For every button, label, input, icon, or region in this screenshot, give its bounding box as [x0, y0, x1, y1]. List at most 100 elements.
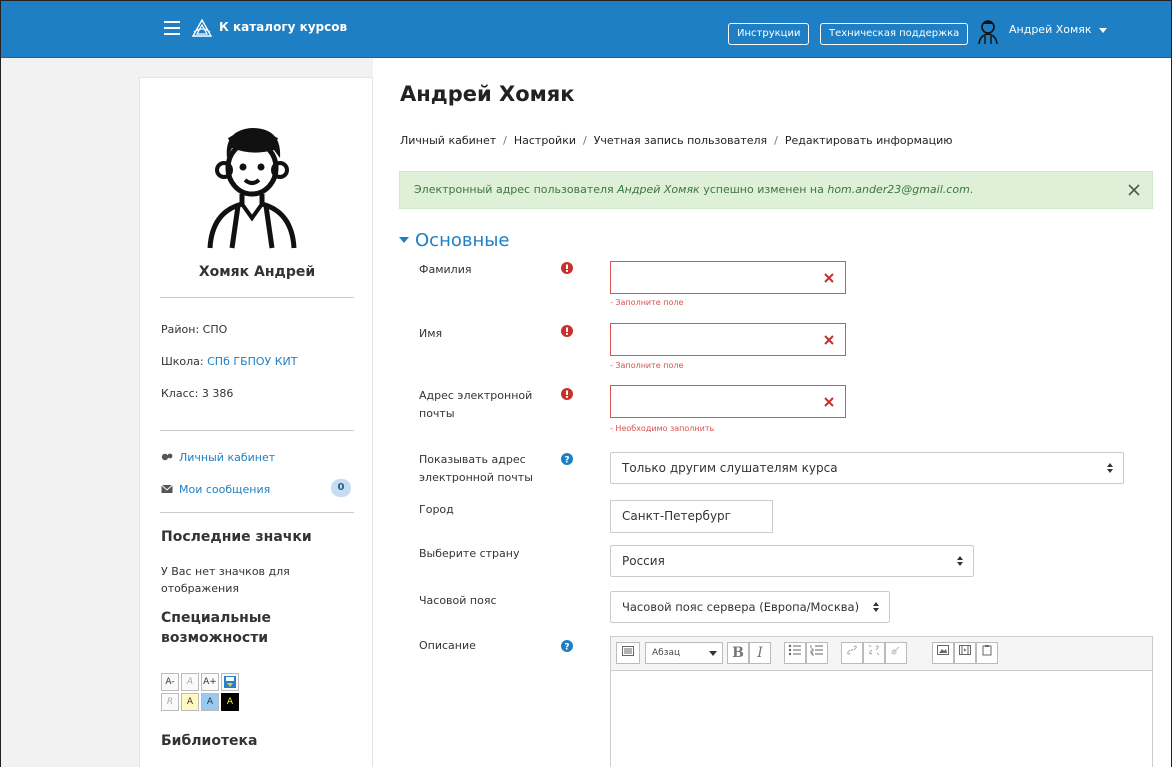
italic-button[interactable]: I	[749, 642, 771, 664]
error-x-icon	[824, 397, 834, 407]
editor-toolbar: Абзац B I	[611, 637, 1152, 671]
font-increase-button[interactable]: A+	[201, 673, 219, 691]
media-icon	[959, 645, 971, 655]
profile-avatar-image	[207, 128, 297, 249]
show-email-value: Только другим слушателям курса	[622, 461, 838, 475]
app-window: К каталогу курсов Инструкции Техническая…	[0, 0, 1172, 767]
anchor-button[interactable]	[885, 642, 907, 664]
link-icon	[847, 645, 857, 655]
required-error-icon	[561, 325, 573, 337]
color-yellow-button[interactable]: A	[181, 693, 199, 711]
insert-image-button[interactable]	[932, 642, 954, 664]
accessibility-heading: Специальные возможности	[161, 610, 272, 646]
library-heading: Библиотека	[161, 733, 258, 749]
badges-empty-text: У Вас нет значков для отображения	[161, 565, 290, 595]
font-reset-button[interactable]: A	[181, 673, 199, 691]
dashboard-icon	[161, 453, 173, 461]
error-x-icon	[824, 335, 834, 345]
format-select[interactable]: Абзац	[645, 642, 723, 664]
city-input[interactable]: Санкт-Петербург	[610, 500, 773, 533]
breadcrumb-separator: /	[503, 134, 507, 147]
profile-sidebar: Хомяк Андрей Район: СПО Школа: СПб ГБПОУ…	[139, 77, 373, 767]
breadcrumb-separator: /	[582, 134, 587, 147]
breadcrumb: Личный кабинет / Настройки / Учетная запись …	[400, 134, 953, 147]
user-menu-name[interactable]: Андрей Хомяк	[1009, 23, 1092, 36]
sidebar-item-messages[interactable]: Мои сообщения	[161, 483, 270, 496]
alert-email: hom.ander23@gmail.com	[827, 183, 970, 196]
svg-text:?: ?	[564, 456, 569, 466]
lastname-error: - Заполните поле	[610, 298, 684, 307]
instructions-button[interactable]: Инструкции	[728, 23, 810, 45]
divider	[160, 297, 354, 298]
save-settings-button[interactable]	[221, 673, 239, 691]
breadcrumb-item-cabinet[interactable]: Личный кабинет	[400, 134, 496, 147]
sidebar-item-label: Личный кабинет	[179, 451, 276, 464]
section-toggle-general[interactable]: Основные	[399, 230, 510, 251]
font-decrease-button[interactable]: A-	[161, 673, 179, 691]
country-value: Россия	[622, 554, 665, 568]
badges-heading: Последние значки	[161, 529, 312, 545]
timezone-select[interactable]: Часовой пояс сервера (Европа/Москва)	[610, 591, 890, 623]
main-content: Андрей Хомяк Личный кабинет / Настройки / Уч…	[373, 58, 1171, 767]
insert-media-button[interactable]	[954, 642, 976, 664]
help-icon[interactable]: ?	[561, 453, 573, 465]
color-reset-button[interactable]: R	[161, 693, 179, 711]
lastname-input[interactable]	[610, 261, 846, 294]
menu-toggle-icon[interactable]	[164, 21, 180, 35]
bold-button[interactable]: B	[727, 642, 749, 664]
timezone-value: Часовой пояс сервера (Европа/Москва)	[622, 600, 860, 614]
bullet-list-icon	[788, 644, 801, 656]
user-menu-caret-icon[interactable]	[1099, 28, 1107, 33]
email-error: - Необходимо заполнить	[610, 424, 715, 433]
numbered-list-button[interactable]	[806, 642, 828, 664]
save-icon	[224, 676, 236, 688]
success-alert: Электронный адрес пользователя Андрей Хо…	[399, 171, 1153, 209]
description-editor[interactable]: Абзац B I	[610, 636, 1153, 767]
image-icon	[937, 645, 949, 655]
show-email-select[interactable]: Только другим слушателям курса	[610, 452, 1124, 484]
district-text: Район: СПО	[161, 323, 228, 336]
toolbar-toggle-button[interactable]	[616, 642, 640, 664]
format-value: Абзац	[652, 648, 681, 658]
breadcrumb-item-settings[interactable]: Настройки	[514, 134, 576, 147]
school-row: Школа: СПб ГБПОУ КИТ	[161, 355, 298, 368]
link-button[interactable]	[841, 642, 863, 664]
email-label: Адрес электронной почты	[419, 389, 533, 420]
files-icon	[982, 645, 992, 656]
manage-files-button[interactable]	[976, 642, 998, 664]
description-label: Описание	[419, 639, 476, 652]
profile-name: Хомяк Андрей	[198, 264, 316, 280]
alert-suffix: .	[969, 183, 974, 196]
sidebar-item-label: Мои сообщения	[179, 483, 271, 496]
lastname-label: Фамилия	[419, 263, 472, 276]
select-arrows-icon	[873, 602, 879, 612]
school-link[interactable]: СПб ГБПОУ КИТ	[207, 355, 297, 368]
close-icon[interactable]	[1128, 184, 1140, 196]
sidebar-item-cabinet[interactable]: Личный кабинет	[161, 451, 275, 464]
alert-prefix: Электронный адрес пользователя	[414, 183, 618, 196]
color-black-button[interactable]: A	[221, 693, 239, 711]
unlink-button[interactable]	[863, 642, 885, 664]
color-blue-button[interactable]: A	[201, 693, 219, 711]
catalog-link[interactable]: К каталогу курсов	[219, 20, 347, 34]
firstname-label: Имя	[419, 327, 443, 340]
catalog-logo-icon[interactable]	[191, 18, 213, 40]
help-icon[interactable]: ?	[561, 640, 573, 652]
page-title: Андрей Хомяк	[400, 82, 575, 106]
firstname-input[interactable]	[610, 323, 846, 356]
divider	[160, 512, 354, 513]
city-label: Город	[419, 503, 454, 516]
select-arrows-icon	[1107, 463, 1113, 473]
select-arrows-icon	[957, 556, 963, 566]
chevron-down-icon	[399, 237, 409, 243]
email-input[interactable]	[610, 385, 846, 418]
breadcrumb-item-account[interactable]: Учетная запись пользователя	[594, 134, 767, 147]
country-select[interactable]: Россия	[610, 545, 974, 577]
support-button[interactable]: Техническая поддержка	[820, 23, 969, 45]
breadcrumb-item-edit: Редактировать информацию	[784, 134, 953, 147]
show-email-label: Показывать адрес электронной почты	[419, 453, 533, 484]
user-avatar-icon[interactable]	[976, 18, 1000, 44]
alert-middle: успешно изменен на	[699, 183, 828, 196]
anchor-icon	[891, 646, 900, 655]
bullet-list-button[interactable]	[784, 642, 806, 664]
